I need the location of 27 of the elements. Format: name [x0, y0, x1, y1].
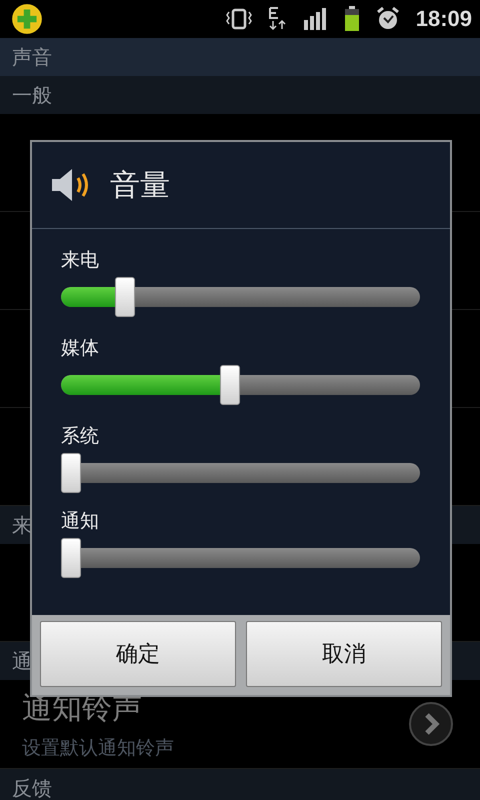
section-header: 一般 — [0, 76, 480, 114]
slider-label: 系统 — [61, 424, 100, 449]
dialog-button[interactable]: 取消 — [246, 621, 442, 687]
volume-slider[interactable] — [61, 453, 420, 493]
signal-icon — [304, 8, 328, 30]
screen-title: 声音 — [0, 38, 480, 76]
slider-thumb[interactable] — [61, 453, 81, 493]
slider-thumb[interactable] — [61, 538, 81, 578]
slider-label: 通知 — [61, 509, 100, 534]
vibrate-icon — [226, 7, 252, 31]
chevron-icon[interactable] — [408, 701, 454, 747]
slider-thumb[interactable] — [220, 365, 240, 405]
app-logo-icon — [10, 2, 44, 36]
clock-time: 18:09 — [416, 6, 472, 32]
slider-label: 媒体 — [61, 336, 100, 361]
setting-subtitle: 设置默认通知铃声 — [22, 736, 174, 760]
volume-slider[interactable] — [61, 277, 420, 317]
dialog-button[interactable]: 确定 — [40, 621, 236, 687]
data-transfer-icon — [268, 6, 288, 32]
alarm-icon — [376, 6, 400, 32]
slider-thumb[interactable] — [115, 277, 136, 317]
battery-icon — [344, 6, 360, 32]
section-header: 反馈 — [0, 769, 480, 800]
volume-slider[interactable] — [61, 365, 420, 405]
dialog-title: 音量 — [110, 166, 170, 204]
volume-slider[interactable] — [61, 538, 420, 578]
slider-label: 来电 — [61, 248, 100, 273]
